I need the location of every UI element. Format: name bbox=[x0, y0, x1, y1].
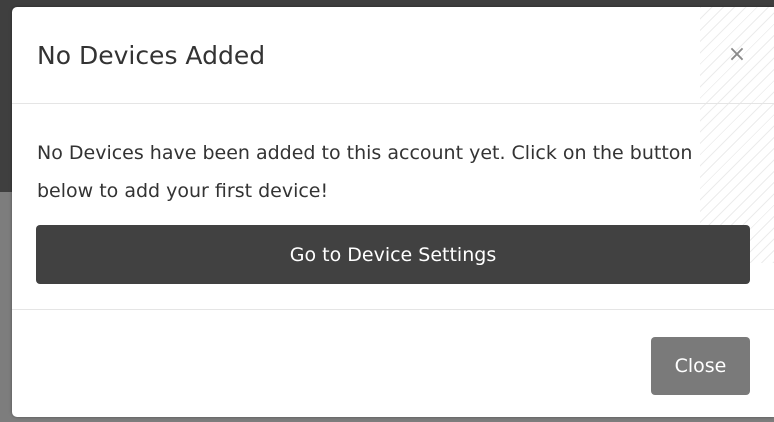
modal-header: No Devices Added × bbox=[12, 7, 774, 104]
modal-footer: Close bbox=[12, 309, 774, 418]
close-icon[interactable]: × bbox=[722, 40, 752, 70]
no-devices-modal: No Devices Added × No Devices have been … bbox=[12, 7, 774, 417]
close-button[interactable]: Close bbox=[651, 337, 750, 395]
modal-title: No Devices Added bbox=[37, 41, 266, 70]
device-settings-button[interactable]: Go to Device Settings bbox=[36, 225, 750, 284]
modal-message: No Devices have been added to this accou… bbox=[37, 142, 693, 202]
